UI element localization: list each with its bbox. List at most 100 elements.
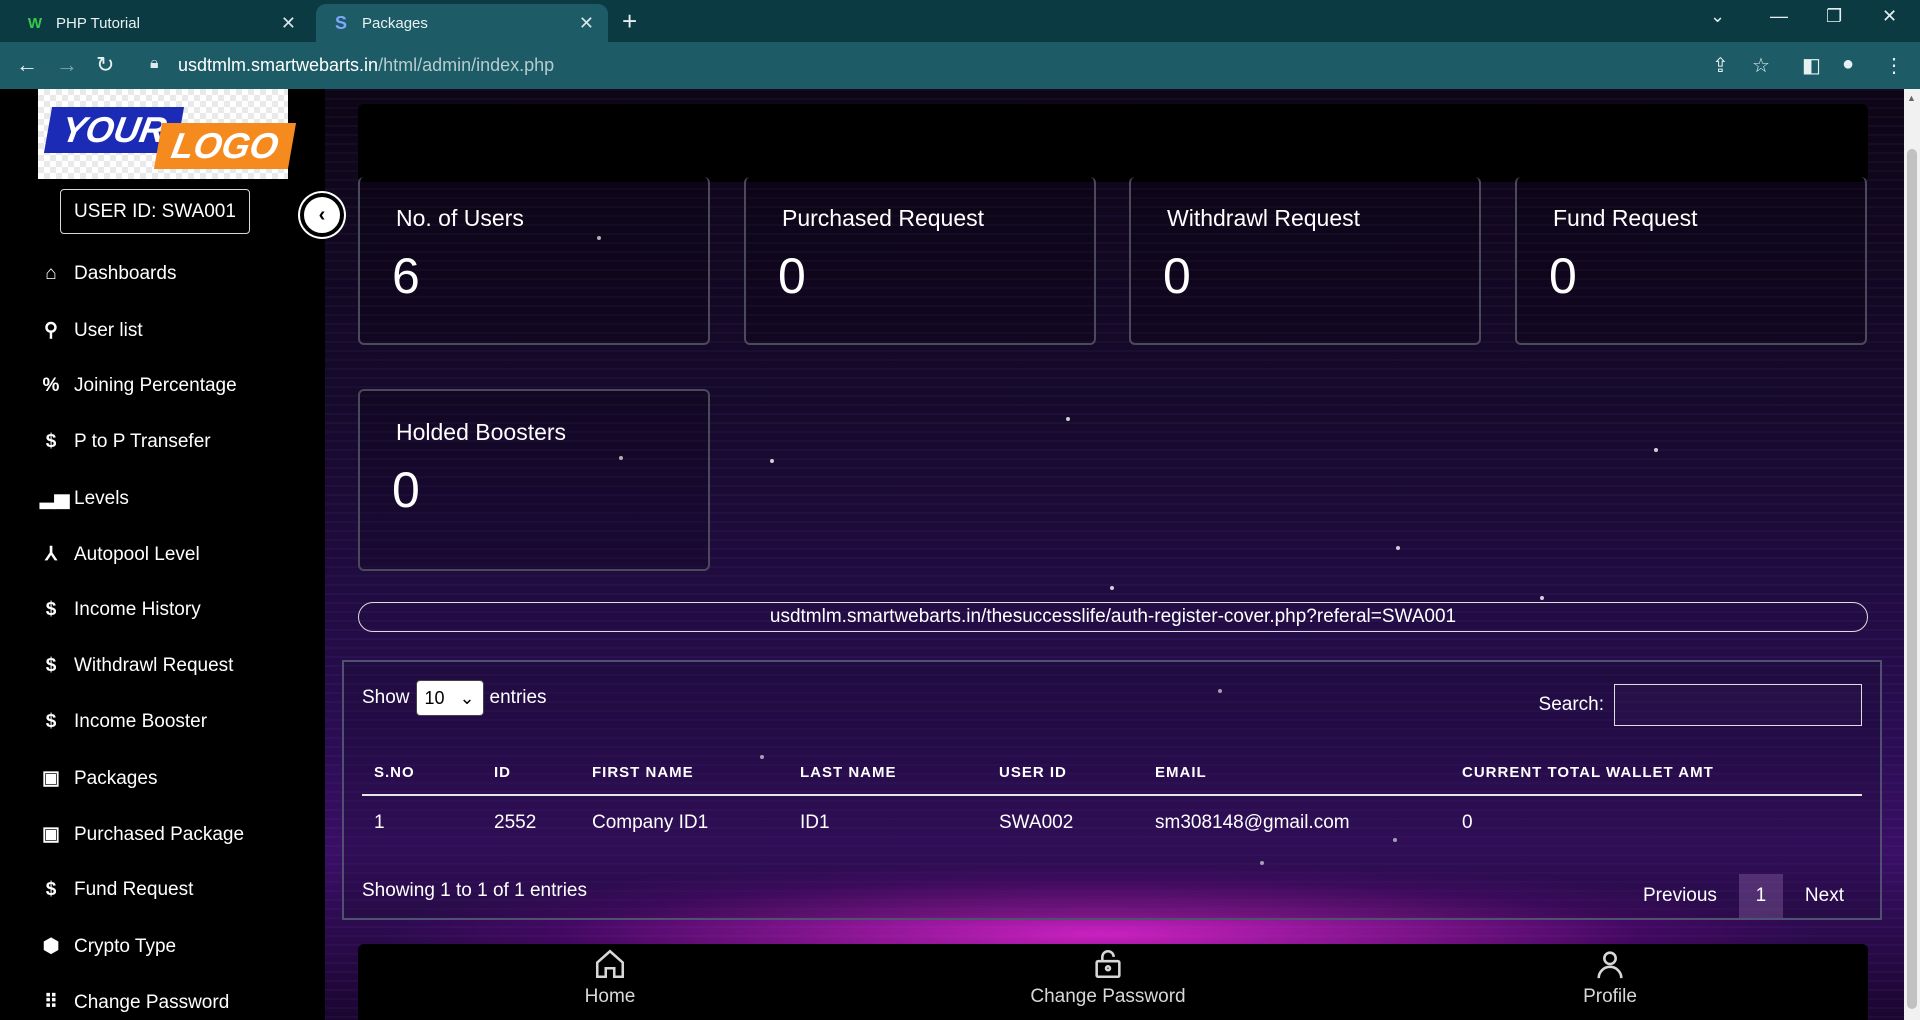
stat-card-label: Withdrawl Request — [1167, 205, 1361, 231]
sidebar-item-label: Change Password — [74, 991, 230, 1013]
close-icon[interactable]: ✕ — [281, 13, 296, 34]
url-field[interactable]: usdtmlm.smartwebarts.in/html/admin/index… — [178, 55, 554, 76]
search-label: Search: — [1538, 694, 1604, 715]
dollar-icon: $ — [45, 431, 57, 452]
search-input[interactable] — [1614, 684, 1862, 726]
entries-length-control: Show 10 ⌄ entries — [362, 680, 547, 716]
tab-title: PHP Tutorial — [56, 14, 140, 32]
user-id-badge: USER ID: SWA001 — [60, 189, 250, 234]
column-header[interactable]: EMAIL — [1155, 764, 1207, 781]
sidebar-item-change-password[interactable]: ⠿ Change Password — [40, 991, 229, 1014]
share-icon[interactable]: ⇪ — [1712, 53, 1729, 78]
sidebar-item-dashboards[interactable]: ⌂ Dashboards — [40, 263, 176, 285]
scroll-up-icon[interactable]: ▲ — [1907, 93, 1916, 103]
scrollbar-thumb[interactable] — [1907, 149, 1917, 1009]
bottom-nav-home[interactable]: Home — [510, 944, 710, 1008]
sidebar-item-label: Autopool Level — [74, 543, 200, 565]
column-header[interactable]: USER ID — [999, 764, 1067, 781]
entries-select[interactable]: 10 ⌄ — [415, 680, 484, 716]
sidebar-item-label: Purchased Package — [74, 823, 245, 845]
sidebar: YOUR LOGO USER ID: SWA001 ⌂ Dashboards ⚲ U… — [0, 89, 325, 1020]
lock-icon[interactable]: 🔒︎ — [150, 55, 159, 73]
bar-chart-icon: ▂▅ — [40, 488, 70, 509]
restore-icon[interactable]: ❐ — [1826, 6, 1842, 27]
column-header[interactable]: CURRENT TOTAL WALLET AMT — [1462, 764, 1714, 781]
table-cell: ID1 — [800, 812, 830, 833]
stat-card-label: Holded Boosters — [396, 419, 567, 445]
bottom-nav-label: Profile — [1583, 986, 1637, 1007]
new-tab-button[interactable]: + — [622, 6, 637, 37]
stat-card-withdrawl-request: Withdrawl Request 0 — [1129, 177, 1481, 345]
brand-logo[interactable]: YOUR LOGO — [38, 89, 297, 179]
sidebar-item-autopool-level[interactable]: ⅄ Autopool Level — [40, 543, 200, 566]
column-header[interactable]: FIRST NAME — [592, 764, 694, 781]
sidebar-item-fund-request[interactable]: $ Fund Request — [40, 879, 194, 901]
referral-link[interactable]: usdtmlm.smartwebarts.in/thesuccesslife/a… — [358, 602, 1868, 632]
entries-label: entries — [489, 687, 547, 708]
previous-button[interactable]: Previous — [1643, 885, 1717, 907]
sidebar-item-withdrawl-request[interactable]: $ Withdrawl Request — [40, 655, 234, 677]
stat-card-value: 0 — [1549, 248, 1577, 304]
star-decoration — [1654, 448, 1658, 452]
briefcase-icon: ▣ — [42, 824, 60, 845]
tab-packages[interactable]: S Packages ✕ — [316, 4, 608, 42]
stat-card-value: 6 — [392, 248, 420, 304]
sidebar-item-label: Crypto Type — [74, 935, 177, 957]
sidebar-item-crypto-type[interactable]: ⬢ Crypto Type — [40, 935, 176, 958]
table-cell: 0 — [1462, 812, 1473, 833]
crypto-icon: ⬢ — [42, 936, 60, 957]
sidebar-item-label: Income History — [74, 599, 201, 620]
kebab-menu-icon[interactable]: ⋮ — [1884, 53, 1904, 78]
column-header[interactable]: LAST NAME — [800, 764, 897, 781]
window-close-icon[interactable]: ✕ — [1882, 6, 1897, 27]
page-button[interactable]: 1 — [1738, 874, 1783, 918]
address-bar: ← → ↻ 🔒︎ usdtmlm.smartwebarts.in/html/ad… — [0, 42, 1920, 89]
reload-icon[interactable]: ↻ — [96, 52, 114, 78]
column-header[interactable]: S.NO — [374, 764, 415, 781]
close-icon[interactable]: ✕ — [579, 13, 594, 34]
stat-card-holded-boosters: Holded Boosters 0 — [358, 389, 710, 571]
sidebar-item-label: Withdrawl Request — [74, 655, 234, 676]
home-icon: ⌂ — [45, 263, 57, 284]
bottom-nav-change-password[interactable]: Change Password — [1008, 944, 1208, 1008]
stat-card-label: Purchased Request — [782, 205, 985, 231]
star-decoration — [1110, 586, 1114, 590]
show-label: Show — [362, 687, 410, 708]
stat-card-value: 0 — [392, 462, 420, 518]
stat-card-label: Fund Request — [1553, 205, 1698, 231]
stat-card-fund-request: Fund Request 0 — [1515, 177, 1867, 345]
column-header[interactable]: ID — [494, 764, 511, 781]
sidebar-item-income-history[interactable]: $ Income History — [40, 599, 201, 621]
forward-icon[interactable]: → — [56, 52, 78, 78]
stat-card-value: 0 — [778, 248, 806, 304]
sidebar-item-income-booster[interactable]: $ Income Booster — [40, 711, 207, 733]
table-cell: 2552 — [494, 812, 537, 833]
sidebar-item-p-to-p-transfer[interactable]: $ P to P Transefer — [40, 431, 211, 453]
sidebar-item-joining-percentage[interactable]: % Joining Percentage — [40, 375, 237, 397]
sidebar-item-label: Joining Percentage — [74, 375, 237, 396]
chevron-down-icon[interactable]: ⌄ — [1710, 6, 1725, 27]
sidebar-item-packages[interactable]: ▣ Packages — [40, 767, 157, 790]
bottom-nav-profile[interactable]: Profile — [1510, 944, 1710, 1008]
sidebar-item-purchased-package[interactable]: ▣ Purchased Package — [40, 823, 244, 846]
minimize-icon[interactable]: — — [1770, 6, 1788, 27]
home-icon — [593, 944, 627, 984]
sidebar-item-user-list[interactable]: ⚲ User list — [40, 319, 143, 342]
stat-card-users: No. of Users 6 — [358, 177, 710, 345]
sidebar-collapse-button[interactable]: ‹ — [300, 193, 344, 237]
side-panel-icon[interactable]: ◧ — [1802, 53, 1821, 78]
sidebar-item-levels[interactable]: ▂▅ Levels — [40, 487, 129, 510]
sidebar-item-label: Income Booster — [74, 711, 208, 732]
sidebar-item-label: P to P Transefer — [74, 431, 211, 452]
bookmark-star-icon[interactable]: ☆ — [1752, 53, 1770, 78]
network-icon: ⅄ — [45, 544, 57, 565]
profile-avatar-icon[interactable]: ● — [1842, 53, 1854, 76]
tab-php-tutorial[interactable]: W PHP Tutorial ✕ — [10, 4, 310, 42]
dollar-icon: $ — [45, 879, 57, 900]
logo-text-part2: LOGO — [153, 123, 297, 169]
next-button[interactable]: Next — [1805, 885, 1844, 907]
star-decoration — [1396, 546, 1400, 550]
table-row: 1 2552 Company ID1 ID1 SWA002 sm308148@g… — [362, 812, 1862, 842]
page-scrollbar[interactable]: ▲ — [1904, 89, 1920, 1020]
back-icon[interactable]: ← — [16, 52, 38, 78]
